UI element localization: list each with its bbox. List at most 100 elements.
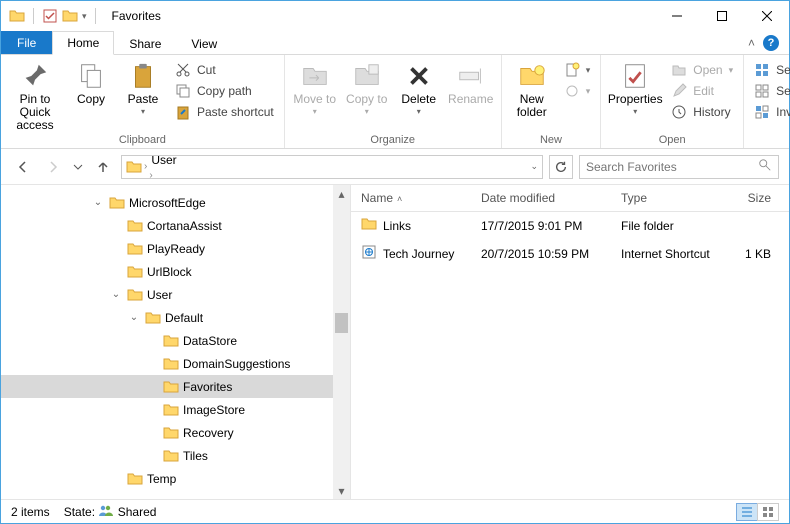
navigation-tree[interactable]: ⌄ MicrosoftEdge CortanaAssist PlayReadyUrlB…	[1, 185, 333, 499]
move-to-button[interactable]: Move to▾	[291, 57, 339, 117]
large-icons-view-button[interactable]	[757, 503, 779, 521]
expand-chevron-icon[interactable]: ⌄	[109, 289, 123, 300]
file-type: File folder	[611, 215, 721, 236]
tree-item-label: Temp	[147, 472, 176, 486]
tree-item[interactable]: Tiles	[1, 444, 333, 467]
column-type[interactable]: Type	[611, 185, 721, 211]
forward-button[interactable]	[41, 155, 65, 179]
open-icon	[671, 62, 687, 78]
state: State: Shared	[64, 504, 157, 519]
copy-path-button[interactable]: Copy path	[171, 82, 278, 100]
file-size: 1 KB	[721, 242, 781, 265]
scroll-down-button[interactable]: ▾	[333, 482, 350, 499]
tab-home[interactable]: Home	[52, 31, 114, 55]
column-date[interactable]: Date modified	[471, 185, 611, 211]
separator	[95, 8, 96, 24]
tree-item[interactable]: DomainSuggestions	[1, 352, 333, 375]
paste-shortcut-button[interactable]: Paste shortcut	[171, 103, 278, 121]
tree-item-label: MicrosoftEdge	[129, 196, 206, 210]
select-none-button[interactable]: Select none	[750, 82, 790, 100]
easy-access-button[interactable]: ▾	[560, 82, 595, 100]
folder-icon	[109, 196, 125, 210]
tree-item[interactable]: PlayReady	[1, 237, 333, 260]
new-folder-icon	[517, 61, 547, 91]
minimize-button[interactable]	[654, 2, 699, 30]
delete-button[interactable]: Delete▾	[395, 57, 443, 117]
tab-view[interactable]: View	[176, 31, 232, 55]
paste-shortcut-icon	[175, 104, 191, 120]
maximize-button[interactable]	[699, 2, 744, 30]
new-folder-button[interactable]: New folder	[508, 57, 556, 119]
column-headers[interactable]: Name˄ Date modified Type Size	[351, 185, 789, 212]
scroll-thumb[interactable]	[335, 313, 348, 333]
tree-item[interactable]: CortanaAssist	[1, 214, 333, 237]
file-list[interactable]: Name˄ Date modified Type Size Links17/7/…	[351, 185, 789, 499]
tree-item[interactable]: ⌄User	[1, 283, 333, 306]
folder-icon	[127, 219, 143, 233]
recent-locations-button[interactable]	[71, 155, 85, 179]
copy-to-button[interactable]: Copy to▾	[343, 57, 391, 117]
tree-item[interactable]: Recovery	[1, 421, 333, 444]
file-name: Links	[383, 219, 411, 233]
column-name[interactable]: Name˄	[351, 185, 471, 211]
up-button[interactable]	[91, 155, 115, 179]
expand-chevron-icon[interactable]: ⌄	[91, 197, 105, 208]
tree-item[interactable]: ImageStore	[1, 398, 333, 421]
group-label-select: Select	[750, 134, 790, 148]
search-box[interactable]	[579, 155, 779, 179]
new-item-button[interactable]: ▾	[560, 61, 595, 79]
tree-scrollbar[interactable]: ▴ ▾	[333, 185, 350, 499]
list-item[interactable]: Links17/7/2015 9:01 PMFile folder	[351, 212, 789, 239]
group-organize: Move to▾ Copy to▾ Delete▾ Rename Organiz…	[285, 55, 502, 148]
ribbon-tabs: File Home Share View ˄ ?	[1, 31, 789, 55]
details-view-button[interactable]	[736, 503, 758, 521]
tree-item[interactable]: Favorites	[1, 375, 333, 398]
folder-icon	[361, 217, 377, 234]
help-icon[interactable]: ?	[763, 35, 779, 51]
chevron-right-icon[interactable]: ›	[149, 170, 152, 179]
tree-item[interactable]: UrlBlock	[1, 260, 333, 283]
tree-item[interactable]: ⌄Default	[1, 306, 333, 329]
group-label-new: New	[508, 134, 595, 148]
back-button[interactable]	[11, 155, 35, 179]
select-all-button[interactable]: Select all	[750, 61, 790, 79]
pin-to-quick-access-button[interactable]: Pin to Quick access	[7, 57, 63, 133]
copy-path-icon	[175, 83, 191, 99]
tree-item[interactable]: DataStore	[1, 329, 333, 352]
copy-button[interactable]: Copy	[67, 57, 115, 106]
scroll-up-button[interactable]: ▴	[333, 185, 350, 202]
tree-item-label: CortanaAssist	[147, 219, 222, 233]
invert-icon	[754, 104, 770, 120]
open-button[interactable]: Open ▾	[667, 61, 737, 79]
paste-button[interactable]: Paste▾	[119, 57, 167, 117]
properties-qat-icon[interactable]	[42, 8, 58, 24]
tab-file[interactable]: File	[1, 31, 52, 54]
chevron-right-icon[interactable]: ›	[144, 161, 147, 172]
folder-qat-icon[interactable]	[62, 8, 78, 24]
qat-dropdown[interactable]: ▾	[82, 11, 87, 22]
title-bar: ▾ Favorites	[1, 1, 789, 31]
breadcrumb-segment[interactable]: User	[149, 155, 230, 167]
collapse-ribbon-icon[interactable]: ˄	[748, 36, 755, 50]
expand-chevron-icon[interactable]: ⌄	[127, 312, 141, 323]
refresh-button[interactable]	[549, 155, 573, 179]
invert-selection-button[interactable]: Invert selection	[750, 103, 790, 121]
file-date: 20/7/2015 10:59 PM	[471, 242, 611, 265]
folder-icon	[163, 403, 179, 417]
tree-item[interactable]: ⌄ MicrosoftEdge	[1, 191, 333, 214]
properties-button[interactable]: Properties▾	[607, 57, 663, 117]
search-input[interactable]	[586, 160, 752, 174]
group-label-clipboard: Clipboard	[7, 134, 278, 148]
cut-button[interactable]: Cut	[171, 61, 278, 79]
addr-dropdown[interactable]: ⌄	[530, 161, 538, 172]
edit-button[interactable]: Edit	[667, 82, 737, 100]
tab-share[interactable]: Share	[114, 31, 176, 55]
rename-button[interactable]: Rename	[447, 57, 495, 106]
tree-item[interactable]: Temp	[1, 467, 333, 490]
folder-icon	[163, 449, 179, 463]
list-item[interactable]: Tech Journey20/7/2015 10:59 PMInternet S…	[351, 239, 789, 268]
close-button[interactable]	[744, 2, 789, 30]
address-bar[interactable]: › AC›MicrosoftEdge›User›Default›Favorite…	[121, 155, 543, 179]
history-button[interactable]: History	[667, 103, 737, 121]
column-size[interactable]: Size	[721, 185, 781, 211]
